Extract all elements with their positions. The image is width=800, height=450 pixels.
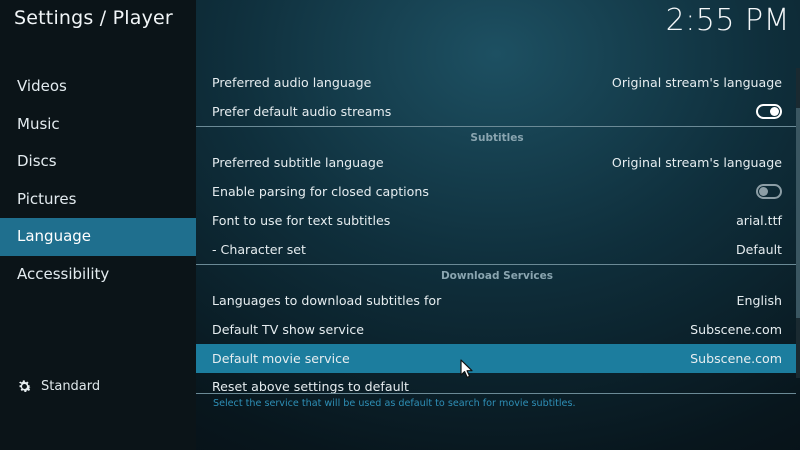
setting-value: Subscene.com: [690, 322, 782, 337]
sidebar-item-language[interactable]: Language: [0, 218, 196, 256]
setting-default-movie-service[interactable]: Default movie service Subscene.com: [196, 344, 798, 373]
setting-closed-captions-parsing[interactable]: Enable parsing for closed captions: [196, 177, 798, 206]
setting-value: arial.ttf: [736, 213, 782, 228]
setting-label: Prefer default audio streams: [212, 104, 392, 119]
scrollbar-thumb[interactable]: [796, 108, 800, 318]
setting-subtitle-font[interactable]: Font to use for text subtitles arial.ttf: [196, 206, 798, 235]
setting-preferred-audio-language[interactable]: Preferred audio language Original stream…: [196, 68, 798, 97]
setting-character-set[interactable]: - Character set Default: [196, 235, 798, 264]
setting-label: Enable parsing for closed captions: [212, 184, 429, 199]
section-header-download-services: Download Services: [196, 264, 798, 286]
page-title: Settings / Player: [14, 7, 173, 29]
sidebar-item-accessibility[interactable]: Accessibility: [0, 256, 196, 294]
sidebar-item-music[interactable]: Music: [0, 106, 196, 144]
setting-label: Preferred subtitle language: [212, 155, 384, 170]
settings-level-button[interactable]: Standard: [16, 376, 100, 396]
clock: 2:55 PM: [665, 3, 790, 38]
setting-value: Default: [735, 242, 782, 257]
setting-label: Reset above settings to default: [212, 379, 409, 394]
section-header-subtitles: Subtitles: [196, 126, 798, 148]
setting-label: Default TV show service: [212, 322, 364, 337]
sidebar-item-videos[interactable]: Videos: [0, 68, 196, 106]
sidebar-item-pictures[interactable]: Pictures: [0, 181, 196, 219]
sidebar: Settings / Player Videos Music Discs Pic…: [0, 0, 196, 450]
setting-label: Languages to download subtitles for: [212, 293, 442, 308]
setting-value: Subscene.com: [690, 351, 782, 366]
setting-label: - Character set: [212, 242, 306, 257]
setting-label: Font to use for text subtitles: [212, 213, 391, 228]
setting-value: Original stream's language: [611, 75, 782, 90]
scrollbar[interactable]: [796, 68, 800, 378]
setting-prefer-default-audio-streams[interactable]: Prefer default audio streams: [196, 97, 798, 126]
toggle-switch-on[interactable]: [756, 104, 782, 119]
setting-value: English: [736, 293, 782, 308]
setting-description: Select the service that will be used as …: [196, 393, 796, 413]
setting-label: Preferred audio language: [212, 75, 372, 90]
setting-download-languages[interactable]: Languages to download subtitles for Engl…: [196, 286, 798, 315]
sidebar-nav: Videos Music Discs Pictures Language Acc…: [0, 68, 196, 293]
settings-list: Preferred audio language Original stream…: [196, 68, 798, 393]
setting-reset-to-default[interactable]: Reset above settings to default: [196, 373, 798, 394]
mouse-cursor-icon: [460, 359, 474, 379]
setting-label: Default movie service: [212, 351, 350, 366]
setting-value: Original stream's language: [611, 155, 782, 170]
sidebar-item-discs[interactable]: Discs: [0, 143, 196, 181]
gear-icon: [16, 378, 33, 395]
setting-preferred-subtitle-language[interactable]: Preferred subtitle language Original str…: [196, 148, 798, 177]
toggle-switch-off[interactable]: [756, 184, 782, 199]
setting-default-tv-service[interactable]: Default TV show service Subscene.com: [196, 315, 798, 344]
settings-level-label: Standard: [41, 378, 101, 394]
